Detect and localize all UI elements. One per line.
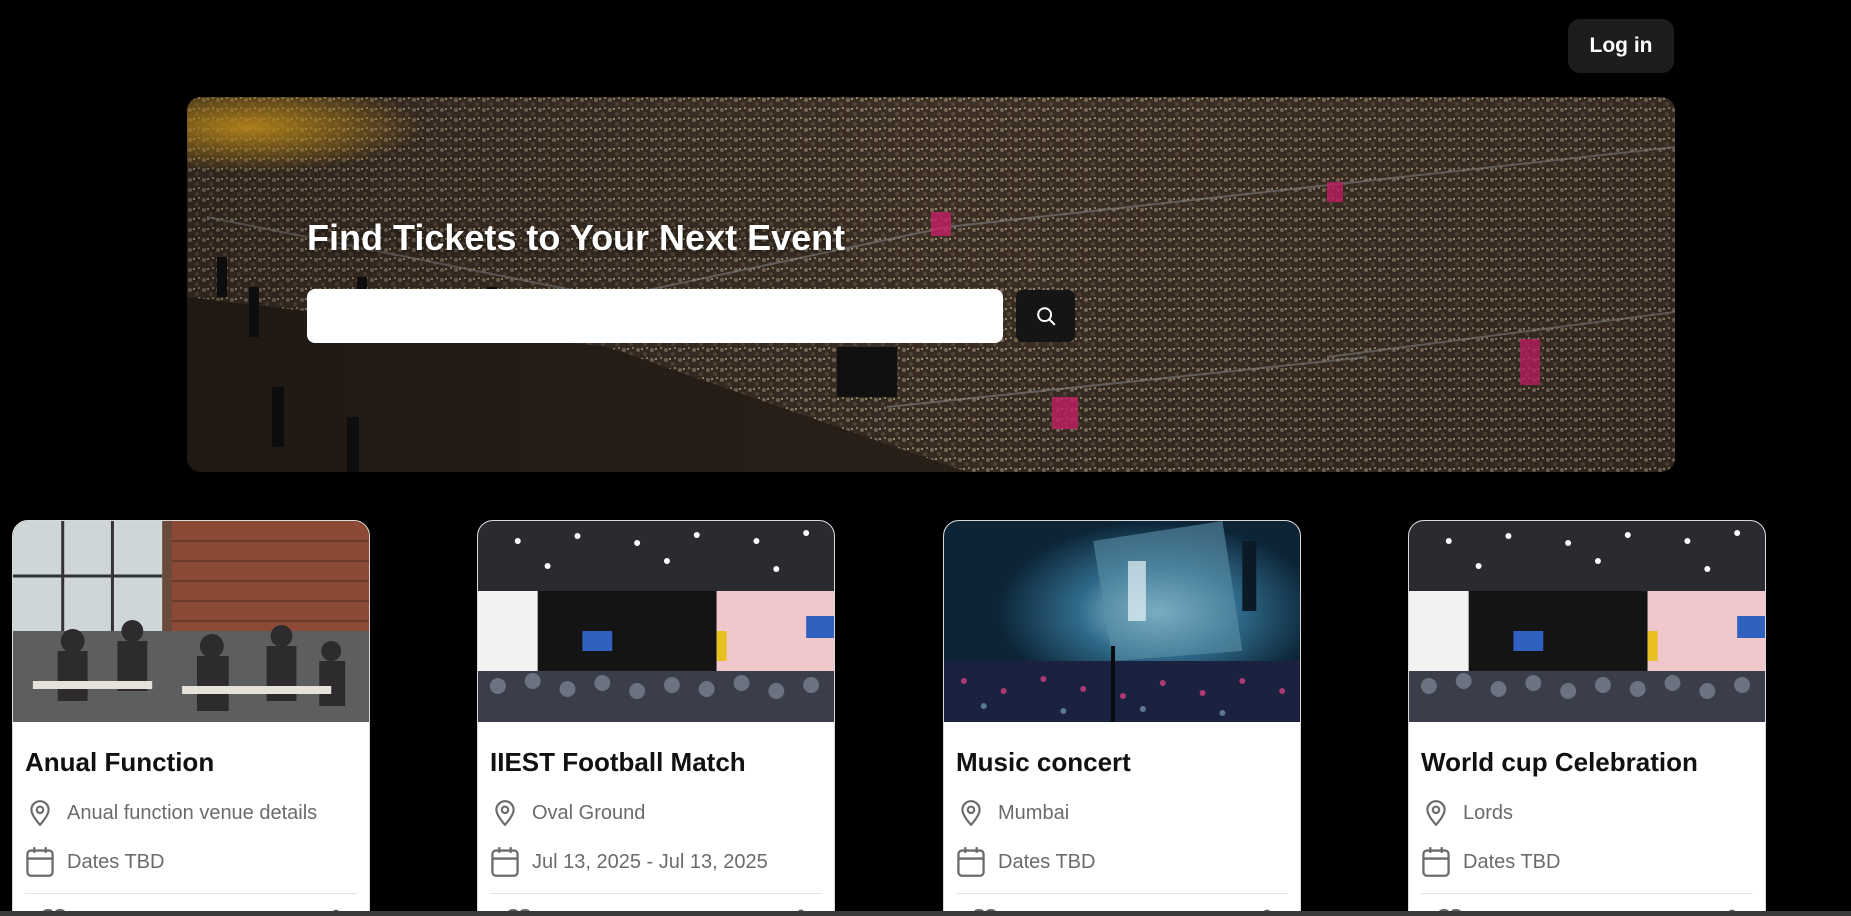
event-title: Music concert xyxy=(956,747,1131,777)
event-title: World cup Celebration xyxy=(1421,747,1698,777)
card-divider xyxy=(956,893,1288,894)
card-divider xyxy=(1421,893,1753,894)
card-divider xyxy=(25,893,357,894)
event-location: Anual function venue details xyxy=(25,799,317,827)
search-input[interactable] xyxy=(307,289,1003,343)
search-button[interactable] xyxy=(1016,290,1075,342)
map-pin-icon xyxy=(956,799,986,827)
event-dates-text: Dates TBD xyxy=(1463,850,1561,873)
event-card[interactable]: World cup Celebration Lords Dates TBD xyxy=(1408,520,1766,916)
event-image xyxy=(478,521,834,722)
calendar-icon xyxy=(490,846,520,878)
calendar-icon xyxy=(1421,846,1451,878)
event-dates-text: Jul 13, 2025 - Jul 13, 2025 xyxy=(532,850,768,873)
horizontal-scrollbar[interactable] xyxy=(0,911,1851,916)
card-divider xyxy=(490,893,822,894)
hero-title: Find Tickets to Your Next Event xyxy=(307,217,846,258)
search-icon xyxy=(1036,307,1055,326)
event-dates-text: Dates TBD xyxy=(998,850,1096,873)
event-dates: Jul 13, 2025 - Jul 13, 2025 xyxy=(490,846,768,878)
event-dates: Dates TBD xyxy=(25,846,164,878)
event-title: Anual Function xyxy=(25,747,215,777)
map-pin-icon xyxy=(490,799,520,827)
map-pin-icon xyxy=(1421,799,1451,827)
event-card[interactable]: IIEST Football Match Oval Ground Jul 13,… xyxy=(477,520,835,916)
event-location-text: Anual function venue details xyxy=(67,801,318,824)
event-card[interactable]: Music concert Mumbai Dates TBD xyxy=(943,520,1301,916)
event-dates-text: Dates TBD xyxy=(67,850,165,873)
event-card[interactable]: Anual Function Anual function venue deta… xyxy=(12,520,370,916)
calendar-icon xyxy=(25,846,55,878)
event-title: IIEST Football Match xyxy=(490,747,746,777)
map-pin-icon xyxy=(25,799,55,827)
event-location: Lords xyxy=(1421,799,1513,827)
page: Log in Find Tickets to Your Next Event A… xyxy=(0,0,1851,916)
event-location: Oval Ground xyxy=(490,799,645,827)
calendar-icon xyxy=(956,846,986,878)
hero-banner: Find Tickets to Your Next Event xyxy=(187,97,1675,472)
login-button[interactable]: Log in xyxy=(1568,19,1674,73)
event-dates: Dates TBD xyxy=(956,846,1095,878)
event-image xyxy=(13,521,369,722)
event-dates: Dates TBD xyxy=(1421,846,1560,878)
event-location-text: Oval Ground xyxy=(532,801,646,824)
event-location-text: Lords xyxy=(1463,801,1514,824)
event-image xyxy=(1409,521,1765,722)
hero-crowd-image xyxy=(187,97,1675,472)
event-location-text: Mumbai xyxy=(998,801,1070,824)
event-location: Mumbai xyxy=(956,799,1069,827)
event-image xyxy=(944,521,1300,722)
